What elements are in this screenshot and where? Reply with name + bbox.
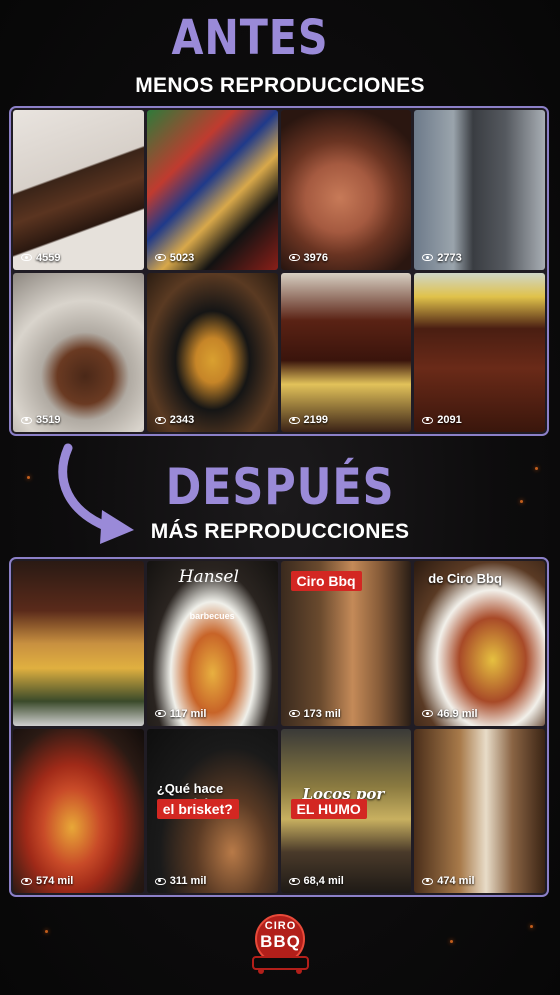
view-count-text: 2343 <box>169 414 195 426</box>
ember <box>535 467 538 470</box>
view-count-text: 4559 <box>36 251 61 264</box>
view-count: 474 mil <box>422 875 475 887</box>
eye-icon <box>21 877 32 885</box>
after-video-tile[interactable]: de Ciro Bbq 46.9 mil <box>414 561 545 726</box>
view-count: 2773 <box>422 251 462 264</box>
ember <box>530 925 533 928</box>
overlay-red-label: Ciro Bbq <box>290 571 362 591</box>
eye-icon <box>288 877 300 885</box>
view-count: 117 mil <box>154 707 207 720</box>
before-title: ANTES <box>171 10 329 66</box>
eye-icon <box>154 710 166 717</box>
before-video-tile[interactable]: 2343 <box>146 272 278 432</box>
view-count: 311 mil <box>154 875 207 887</box>
before-subtitle: MENOS REPRODUCCIONES <box>135 74 425 97</box>
eye-icon <box>422 877 434 885</box>
after-video-tile[interactable]: Locos por EL HUMO 68,4 mil <box>280 728 412 893</box>
view-count-text: 68,4 mil <box>303 875 344 887</box>
view-count-text: 3519 <box>36 414 61 426</box>
ember <box>27 476 30 479</box>
view-count: 5023 <box>154 251 195 264</box>
logo-line2: BBQ <box>260 932 301 951</box>
after-grid: Hansel barbecues 117 mil Ciro Bbq 173 mil de … <box>13 561 545 893</box>
eye-icon <box>154 877 166 885</box>
eye-icon <box>288 710 300 717</box>
view-count: 574 mil <box>21 875 73 887</box>
view-count-text: 311 mil <box>169 875 207 887</box>
before-grid: 4559 5023 3976 2773 3519 2343 2199 2091 <box>13 110 545 432</box>
view-count: 3519 <box>21 414 60 426</box>
before-grid-frame: 4559 5023 3976 2773 3519 2343 2199 2091 <box>9 106 549 436</box>
eye-icon <box>422 416 434 424</box>
before-video-tile[interactable]: 3976 <box>280 110 412 270</box>
overlay-red-label: el brisket? <box>156 798 239 819</box>
overlay-caption: de Ciro Bbq <box>428 571 502 586</box>
before-video-tile[interactable]: 5023 <box>146 110 278 270</box>
view-count: 2199 <box>288 414 328 426</box>
view-count-text: 3976 <box>303 251 328 264</box>
overlay-red-label: EL HUMO <box>290 798 367 819</box>
view-count-text: 173 mil <box>303 707 341 720</box>
before-video-tile[interactable]: 4559 <box>13 110 144 270</box>
view-count: 46.9 mil <box>422 707 478 720</box>
view-count-text: 474 mil <box>437 875 475 887</box>
after-grid-frame: Hansel barbecues 117 mil Ciro Bbq 173 mil de … <box>9 557 549 897</box>
after-title: DESPUÉS <box>165 458 395 516</box>
eye-icon <box>21 416 32 424</box>
after-video-tile[interactable]: 574 mil <box>13 728 144 893</box>
view-count-text: 574 mil <box>36 875 74 887</box>
view-count-text: 2091 <box>437 414 462 426</box>
view-count-text: 2773 <box>437 251 462 264</box>
after-video-tile[interactable] <box>13 561 144 726</box>
view-count: 2091 <box>422 414 462 426</box>
view-count-text: 2199 <box>303 414 328 426</box>
brand-overlay-text: Hansel <box>178 567 239 587</box>
before-video-tile[interactable]: 2091 <box>414 272 545 432</box>
ember <box>450 940 453 943</box>
after-video-tile[interactable]: 474 mil <box>414 728 545 893</box>
view-count-text: 46.9 mil <box>437 707 478 720</box>
logo-line1: CIRO <box>264 920 297 932</box>
view-count: 68,4 mil <box>288 875 344 887</box>
eye-icon <box>154 254 166 261</box>
view-count: 173 mil <box>288 707 341 720</box>
after-video-tile[interactable]: Ciro Bbq 173 mil <box>280 561 412 726</box>
after-video-tile[interactable]: ¿Qué hace especialel brisket?311 mil <box>146 728 278 893</box>
after-subtitle: MÁS REPRODUCCIONES <box>150 520 410 543</box>
overlay-caption: barbecues <box>189 611 235 621</box>
view-count-text: 5023 <box>169 251 195 264</box>
before-video-tile[interactable]: 3519 <box>13 272 144 432</box>
eye-icon <box>422 710 434 717</box>
eye-icon <box>21 254 32 261</box>
before-video-tile[interactable]: 2773 <box>414 110 545 270</box>
eye-icon <box>154 416 166 424</box>
view-count-text: 117 mil <box>169 707 207 720</box>
view-count: 2343 <box>154 414 195 426</box>
view-count: 4559 <box>21 252 60 264</box>
view-count: 3976 <box>288 251 328 264</box>
eye-icon <box>288 416 300 424</box>
before-video-tile[interactable]: 2199 <box>280 272 412 432</box>
ember <box>45 930 48 933</box>
eye-icon <box>422 254 434 261</box>
eye-icon <box>288 254 300 261</box>
after-video-tile[interactable]: Hansel barbecues 117 mil <box>146 561 278 726</box>
ciro-bbq-logo: CIRO BBQ <box>243 913 318 975</box>
